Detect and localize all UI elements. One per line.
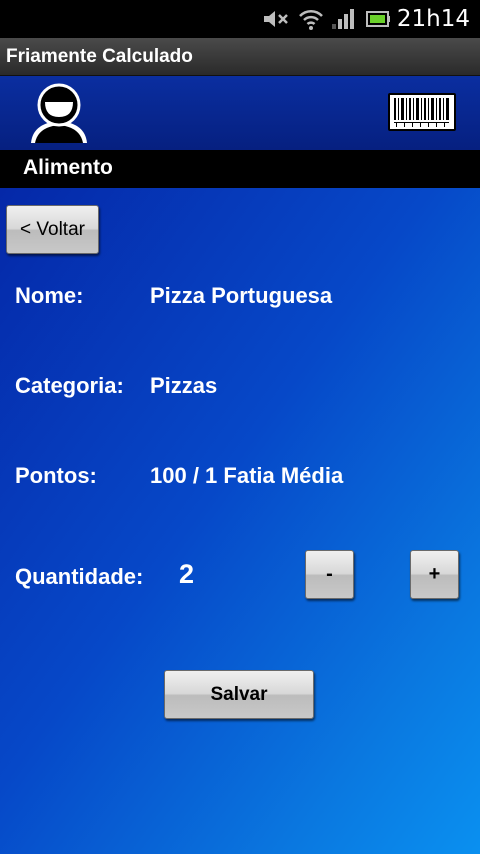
status-bar: 21h14 — [0, 0, 480, 38]
header-band — [0, 76, 480, 150]
quantidade-value: 2 — [179, 559, 195, 589]
increase-quantity-button[interactable]: + — [410, 550, 459, 599]
categoria-label: Categoria: — [15, 373, 124, 398]
nome-value: Pizza Portuguesa — [150, 283, 333, 308]
status-time: 21h14 — [396, 6, 470, 32]
app-title-bar: Friamente Calculado — [0, 38, 480, 76]
user-avatar-icon[interactable] — [28, 81, 90, 143]
categoria-value: Pizzas — [150, 373, 218, 398]
food-detail-panel: < Voltar Nome: Pizza Portuguesa Categori… — [0, 188, 480, 854]
save-button[interactable]: Salvar — [164, 670, 314, 719]
barcode-icon[interactable] — [388, 93, 456, 131]
back-button[interactable]: < Voltar — [6, 205, 99, 254]
nome-label: Nome: — [15, 283, 84, 308]
battery-icon — [364, 0, 392, 38]
signal-icon — [330, 0, 356, 38]
section-title: Alimento — [23, 156, 113, 179]
decrease-quantity-button[interactable]: - — [305, 550, 354, 599]
pontos-label: Pontos: — [15, 463, 97, 488]
pontos-value: 100 / 1 Fatia Média — [150, 463, 344, 488]
app-title: Friamente Calculado — [6, 46, 193, 67]
section-bar: Alimento — [0, 150, 480, 188]
wifi-icon — [298, 0, 324, 38]
mute-icon — [262, 0, 290, 38]
quantidade-label: Quantidade: — [15, 564, 144, 589]
